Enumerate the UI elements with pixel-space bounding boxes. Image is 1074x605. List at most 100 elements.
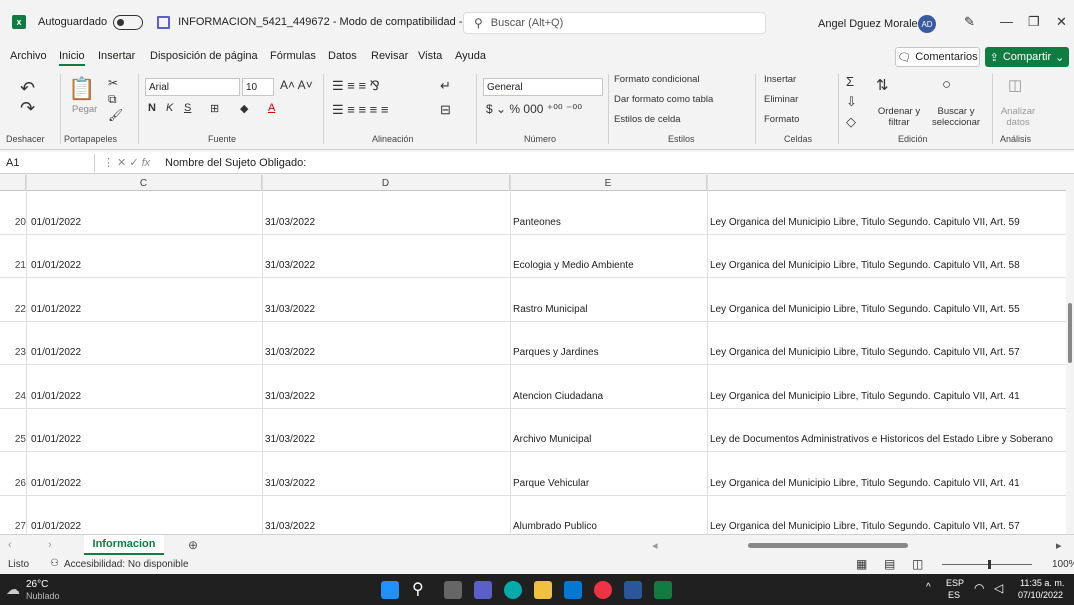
- tab-revisar[interactable]: Revisar: [371, 50, 408, 62]
- page-layout-icon[interactable]: ▤: [884, 557, 895, 571]
- chrome-icon[interactable]: [594, 581, 612, 599]
- chevron-up-icon[interactable]: ^: [926, 582, 931, 593]
- row-number[interactable]: 24: [2, 391, 26, 402]
- table-row[interactable]: 27 01/01/2022 31/03/2022 Alumbrado Publi…: [0, 496, 1066, 535]
- cell-area[interactable]: Panteones: [513, 217, 561, 228]
- cell-end-date[interactable]: 31/03/2022: [265, 347, 315, 358]
- underline-button[interactable]: S: [184, 102, 191, 114]
- find-select-button[interactable]: Buscar y seleccionar: [926, 106, 986, 128]
- redo-icon[interactable]: ↷: [20, 98, 35, 119]
- cell-start-date[interactable]: 01/01/2022: [31, 434, 81, 445]
- row-number[interactable]: 27: [2, 521, 26, 532]
- minimize-button[interactable]: —: [1000, 14, 1013, 29]
- cell-start-date[interactable]: 01/01/2022: [31, 347, 81, 358]
- search-box[interactable]: ⚲ Buscar (Alt+Q): [463, 12, 766, 34]
- vertical-scrollbar[interactable]: [1066, 175, 1074, 534]
- row-number[interactable]: 23: [2, 347, 26, 358]
- column-header-c[interactable]: C: [26, 175, 262, 191]
- cell-legal-basis[interactable]: Ley Organica del Municipio Libre, Titulo…: [710, 521, 1020, 532]
- page-break-icon[interactable]: ◫: [912, 557, 923, 571]
- font-name-select[interactable]: Arial: [145, 78, 240, 96]
- cell-legal-basis[interactable]: Ley Organica del Municipio Libre, Titulo…: [710, 478, 1020, 489]
- table-row[interactable]: 24 01/01/2022 31/03/2022 Atencion Ciudad…: [0, 365, 1066, 409]
- prev-sheet-icon[interactable]: ‹: [8, 539, 12, 551]
- language-top[interactable]: ESP: [946, 578, 964, 588]
- merge-cells-icon[interactable]: ⊟: [440, 102, 451, 118]
- wifi-icon[interactable]: ◠: [974, 581, 984, 595]
- row-number[interactable]: 20: [2, 217, 26, 228]
- tab-ayuda[interactable]: Ayuda: [455, 50, 486, 62]
- row-number[interactable]: 22: [2, 304, 26, 315]
- share-button[interactable]: ⇪ Compartir ⌄: [985, 47, 1069, 67]
- comments-button[interactable]: 🗨 Comentarios: [895, 47, 980, 67]
- zoom-slider[interactable]: [942, 564, 1032, 565]
- add-sheet-button[interactable]: ⊕: [188, 538, 198, 552]
- tab-inicio[interactable]: Inicio: [59, 50, 85, 66]
- search-icon[interactable]: ⚲: [412, 579, 424, 599]
- windows-start-icon[interactable]: [381, 581, 399, 599]
- tab-insertar[interactable]: Insertar: [98, 50, 135, 62]
- cell-end-date[interactable]: 31/03/2022: [265, 217, 315, 228]
- close-button[interactable]: ✕: [1056, 14, 1067, 30]
- table-row[interactable]: 23 01/01/2022 31/03/2022 Parques y Jardi…: [0, 322, 1066, 365]
- bold-button[interactable]: N: [148, 102, 156, 114]
- next-sheet-icon[interactable]: ›: [48, 539, 52, 551]
- fx-icon[interactable]: ⋮ ✕ ✓ fx: [95, 156, 165, 169]
- cell-start-date[interactable]: 01/01/2022: [31, 391, 81, 402]
- save-icon[interactable]: [157, 15, 171, 29]
- formula-input[interactable]: Nombre del Sujeto Obligado:: [165, 157, 306, 169]
- tab-vista[interactable]: Vista: [418, 50, 442, 62]
- conditional-format-button[interactable]: Formato condicional: [614, 74, 700, 85]
- cell-area[interactable]: Archivo Municipal: [513, 434, 591, 445]
- column-header-e[interactable]: E: [510, 175, 707, 191]
- tab-disposicion[interactable]: Disposición de página: [150, 50, 258, 62]
- wrap-text-icon[interactable]: ↵: [440, 78, 451, 94]
- fill-icon[interactable]: ⇩: [846, 94, 857, 110]
- zoom-slider-thumb[interactable]: [988, 560, 991, 569]
- cell-legal-basis[interactable]: Ley de Documentos Administrativos e Hist…: [710, 434, 1053, 445]
- cell-legal-basis[interactable]: Ley Organica del Municipio Libre, Titulo…: [710, 304, 1020, 315]
- analyze-data-button[interactable]: Analizar datos: [1000, 106, 1036, 128]
- autosave-toggle[interactable]: [113, 14, 144, 30]
- spreadsheet-grid[interactable]: 20 01/01/2022 31/03/2022 Panteones Ley O…: [0, 191, 1066, 534]
- row-number[interactable]: 25: [2, 434, 26, 445]
- scroll-right-icon[interactable]: ▸: [1056, 539, 1062, 552]
- autosum-icon[interactable]: Σ: [846, 74, 854, 89]
- cell-end-date[interactable]: 31/03/2022: [265, 304, 315, 315]
- cell-start-date[interactable]: 01/01/2022: [31, 217, 81, 228]
- table-row[interactable]: 20 01/01/2022 31/03/2022 Panteones Ley O…: [0, 191, 1066, 235]
- cell-end-date[interactable]: 31/03/2022: [265, 434, 315, 445]
- cell-styles-button[interactable]: Estilos de celda: [614, 114, 681, 125]
- cut-icon[interactable]: ✂: [108, 76, 118, 90]
- font-size-select[interactable]: 10: [242, 78, 274, 96]
- teams-icon[interactable]: [474, 581, 492, 599]
- cell-legal-basis[interactable]: Ley Organica del Municipio Libre, Titulo…: [710, 217, 1020, 228]
- column-header-f[interactable]: [707, 175, 1066, 191]
- cell-end-date[interactable]: 31/03/2022: [265, 521, 315, 532]
- insert-cells-button[interactable]: Insertar: [764, 74, 796, 85]
- excel-taskbar-icon[interactable]: [654, 581, 672, 599]
- pen-icon[interactable]: ✎: [964, 14, 975, 30]
- cell-start-date[interactable]: 01/01/2022: [31, 304, 81, 315]
- cell-legal-basis[interactable]: Ley Organica del Municipio Libre, Titulo…: [710, 347, 1020, 358]
- table-row[interactable]: 21 01/01/2022 31/03/2022 Ecologia y Medi…: [0, 235, 1066, 278]
- font-color-icon[interactable]: A: [268, 102, 275, 114]
- user-name[interactable]: Angel Dguez Morales: [818, 18, 923, 30]
- scrollbar-thumb[interactable]: [1068, 303, 1072, 363]
- row-number[interactable]: 26: [2, 478, 26, 489]
- table-row[interactable]: 22 01/01/2022 31/03/2022 Rastro Municipa…: [0, 278, 1066, 322]
- language-bottom[interactable]: ES: [948, 590, 960, 600]
- horizontal-scrollbar[interactable]: [748, 543, 908, 548]
- number-format-select[interactable]: General: [483, 78, 603, 96]
- cell-area[interactable]: Parques y Jardines: [513, 347, 599, 358]
- clock-time[interactable]: 11:35 a. m.: [1020, 578, 1064, 588]
- fill-color-icon[interactable]: ◆: [240, 102, 248, 115]
- tab-formulas[interactable]: Fórmulas: [270, 50, 316, 62]
- clock-date[interactable]: 07/10/2022: [1018, 590, 1063, 600]
- cell-start-date[interactable]: 01/01/2022: [31, 521, 81, 532]
- paste-icon[interactable]: 📋: [68, 76, 95, 102]
- align-top-icon[interactable]: ☰ ≡ ≡ ⅋: [332, 78, 380, 94]
- cell-area[interactable]: Alumbrado Publico: [513, 521, 597, 532]
- find-icon[interactable]: ○: [942, 76, 951, 93]
- table-row[interactable]: 26 01/01/2022 31/03/2022 Parque Vehicula…: [0, 452, 1066, 496]
